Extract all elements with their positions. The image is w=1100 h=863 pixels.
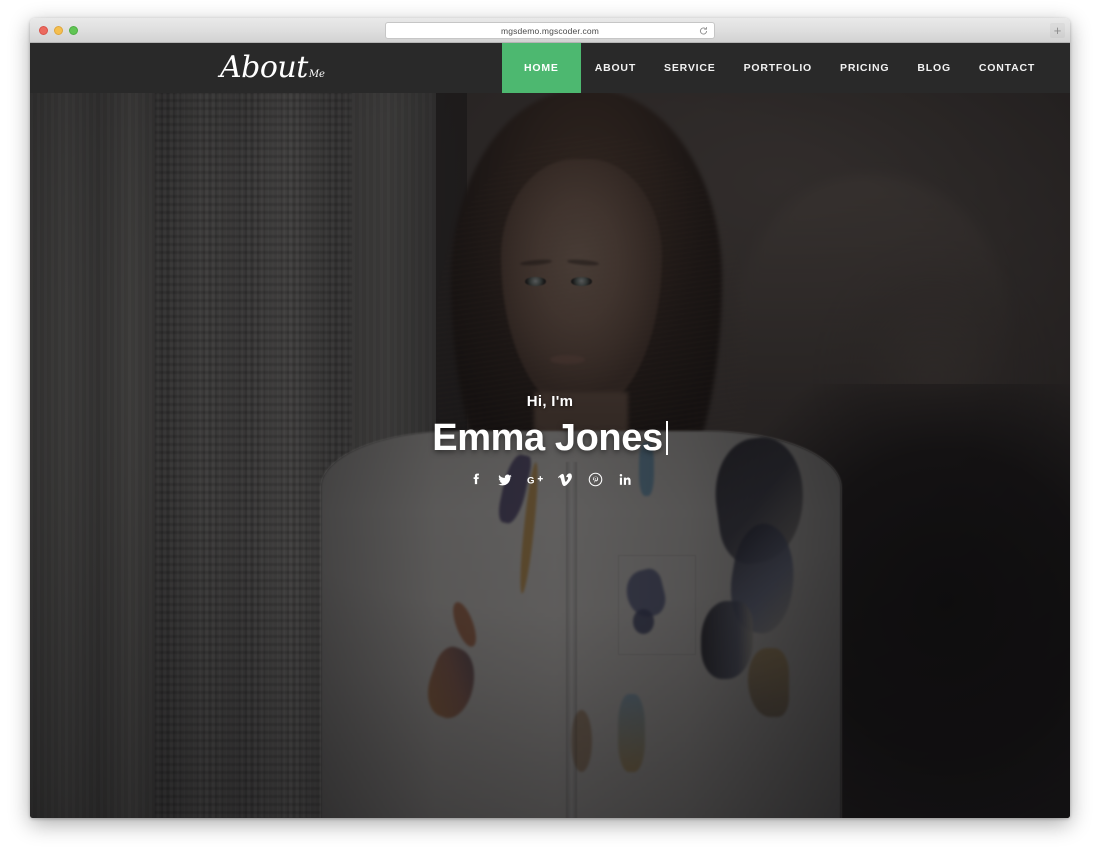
maximize-window-button[interactable] xyxy=(69,26,78,35)
nav-item-about[interactable]: ABOUT xyxy=(581,43,650,93)
page-viewport: About Me HOME ABOUT SERVICE PORTFOLIO PR… xyxy=(30,43,1070,818)
minimize-window-button[interactable] xyxy=(54,26,63,35)
google-plus-icon[interactable]: G xyxy=(527,471,544,488)
nav-item-service[interactable]: SERVICE xyxy=(650,43,730,93)
logo-subtext: Me xyxy=(308,69,325,80)
nav-item-portfolio[interactable]: PORTFOLIO xyxy=(730,43,826,93)
pinterest-icon[interactable] xyxy=(587,471,604,488)
hero-name: Emma Jones xyxy=(432,417,663,459)
address-bar[interactable]: mgsdemo.mgscoder.com xyxy=(385,22,715,39)
reload-icon[interactable] xyxy=(699,26,708,35)
hero-section: Hi, I'm Emma Jones G xyxy=(30,43,1070,818)
window-controls xyxy=(39,26,78,35)
nav-item-pricing[interactable]: PRICING xyxy=(826,43,903,93)
nav-item-home[interactable]: HOME xyxy=(502,43,581,93)
facebook-icon[interactable] xyxy=(467,471,484,488)
close-window-button[interactable] xyxy=(39,26,48,35)
logo-text: About xyxy=(220,50,308,85)
svg-text:G: G xyxy=(527,475,535,486)
nav-item-contact[interactable]: CONTACT xyxy=(965,43,1049,93)
social-links: G xyxy=(467,471,634,488)
vimeo-icon[interactable] xyxy=(557,471,574,488)
site-logo[interactable]: About Me xyxy=(220,43,325,93)
typewriter-cursor xyxy=(665,421,668,455)
nav-item-blog[interactable]: BLOG xyxy=(903,43,965,93)
linkedin-icon[interactable] xyxy=(617,471,634,488)
hero-name-row: Emma Jones xyxy=(432,417,668,459)
site-navbar: About Me HOME ABOUT SERVICE PORTFOLIO PR… xyxy=(30,43,1070,93)
browser-titlebar: mgsdemo.mgscoder.com + xyxy=(30,18,1070,43)
new-tab-button[interactable]: + xyxy=(1050,23,1065,38)
browser-window: mgsdemo.mgscoder.com + About Me HOME ABO… xyxy=(30,18,1070,818)
primary-navigation: HOME ABOUT SERVICE PORTFOLIO PRICING BLO… xyxy=(502,43,1049,93)
hero-greeting: Hi, I'm xyxy=(526,393,574,410)
twitter-icon[interactable] xyxy=(497,471,514,488)
url-text: mgsdemo.mgscoder.com xyxy=(501,25,599,36)
